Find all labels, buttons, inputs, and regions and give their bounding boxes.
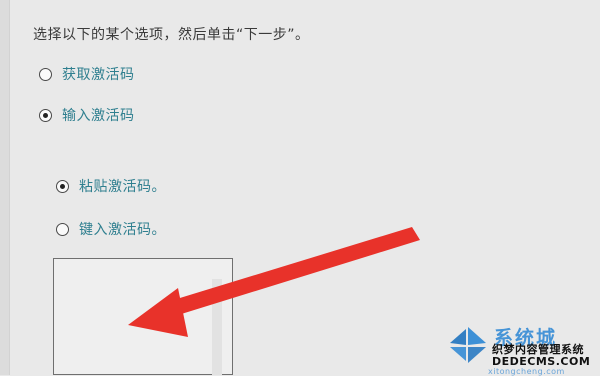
textbox-scrollbar[interactable] (212, 279, 222, 375)
window-left-border (0, 0, 10, 375)
option-label: 粘贴激活码。 (79, 179, 166, 195)
option-get-activation-code[interactable]: 获取激活码 (39, 64, 135, 84)
activation-code-textbox[interactable] (53, 258, 233, 375)
radio-unchecked-icon[interactable] (56, 222, 69, 236)
option-label: 获取激活码 (62, 67, 135, 83)
option-type-activation-code[interactable]: 键入激活码。 (56, 219, 166, 239)
site-watermark: 系统城 织梦内容管理系统 DEDECMS.COM xitongcheng.com (446, 323, 598, 376)
instruction-text: 选择以下的某个选项，然后单击“下一步”。 (33, 27, 310, 43)
option-enter-activation-code[interactable]: 输入激活码 (39, 105, 135, 125)
option-paste-activation-code[interactable]: 粘贴激活码。 (56, 176, 166, 196)
radio-unchecked-icon[interactable] (39, 67, 52, 81)
radio-checked-icon[interactable] (56, 179, 69, 193)
option-label: 键入激活码。 (79, 222, 166, 238)
radio-checked-icon[interactable] (39, 108, 52, 122)
windows-logo-icon (450, 327, 486, 363)
option-label: 输入激活码 (62, 108, 135, 124)
